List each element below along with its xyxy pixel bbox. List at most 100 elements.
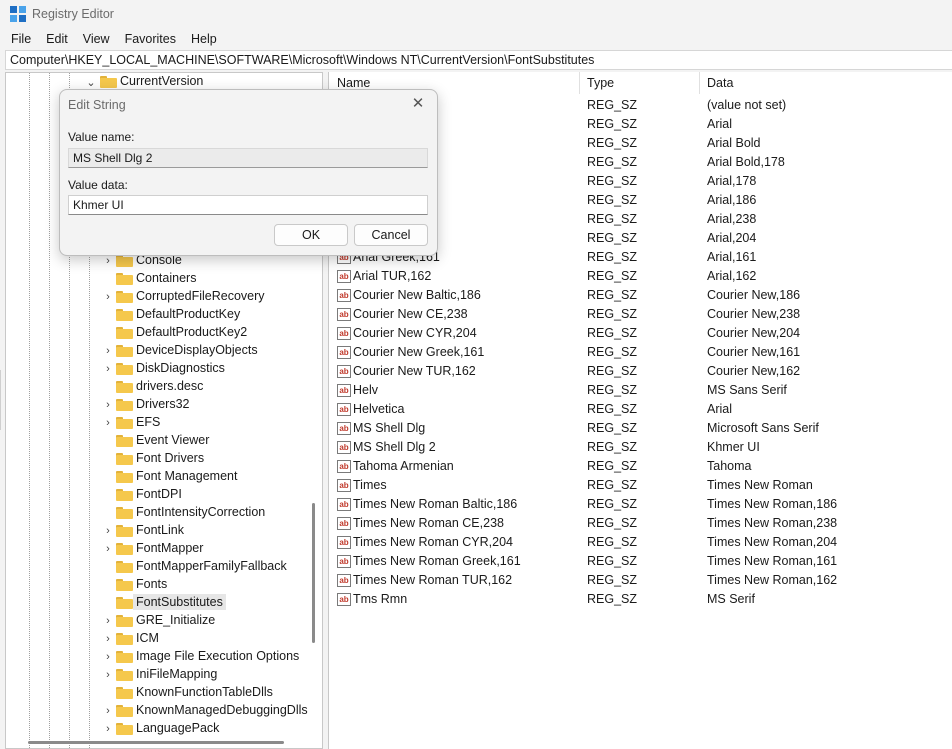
value-row[interactable]: ab Tms Rmn REG_SZ MS Serif bbox=[329, 590, 952, 609]
value-row[interactable]: ab Times New Roman CYR,204 REG_SZ Times New… bbox=[329, 533, 952, 552]
folder-icon bbox=[116, 327, 133, 339]
tree-item-label: FontIntensityCorrection bbox=[136, 505, 266, 519]
chevron-right-icon[interactable]: › bbox=[102, 342, 114, 360]
tree-guide-line bbox=[49, 73, 50, 748]
column-divider[interactable] bbox=[579, 72, 580, 94]
folder-icon bbox=[100, 76, 117, 88]
folder-icon bbox=[116, 399, 133, 411]
chevron-right-icon[interactable]: › bbox=[102, 522, 114, 540]
tree-item-label: FontDPI bbox=[136, 487, 182, 501]
value-row[interactable]: ab Times New Roman CE,238 REG_SZ Times New … bbox=[329, 514, 952, 533]
value-data-cell: Tahoma bbox=[707, 459, 752, 473]
value-row[interactable]: ab MS Shell Dlg REG_SZ Microsoft Sans Serif bbox=[329, 419, 952, 438]
cancel-button[interactable]: Cancel bbox=[354, 224, 428, 246]
string-value-icon: ab bbox=[337, 593, 351, 606]
tree-guide-line bbox=[29, 73, 30, 748]
chevron-right-icon[interactable]: › bbox=[102, 666, 114, 684]
tree-item-label: FontLink bbox=[136, 523, 184, 537]
chevron-right-icon[interactable]: › bbox=[102, 720, 114, 738]
string-value-icon: ab bbox=[337, 498, 351, 511]
title-bar: Registry Editor bbox=[0, 0, 952, 28]
folder-icon bbox=[116, 489, 133, 501]
value-type-cell: REG_SZ bbox=[587, 98, 638, 112]
value-name-cell: MS Shell Dlg bbox=[353, 421, 426, 435]
ok-button[interactable]: OK bbox=[274, 224, 348, 246]
value-data-cell: Arial bbox=[707, 117, 733, 131]
value-row[interactable]: ab Courier New CYR,204 REG_SZ Courier New,2… bbox=[329, 324, 952, 343]
edit-string-dialog: Edit String ✕ Value name: MS Shell Dlg 2… bbox=[59, 89, 438, 256]
value-data-cell: Courier New,162 bbox=[707, 364, 801, 378]
value-row[interactable]: ab Times New Roman Greek,161 REG_SZ Times N… bbox=[329, 552, 952, 571]
chevron-right-icon[interactable]: › bbox=[102, 360, 114, 378]
column-divider[interactable] bbox=[699, 72, 700, 94]
value-data-cell: Arial,161 bbox=[707, 250, 757, 264]
tree-vertical-scrollbar[interactable] bbox=[312, 503, 315, 643]
tree-item-label: drivers.desc bbox=[136, 379, 204, 393]
value-row[interactable]: ab Helv REG_SZ MS Sans Serif bbox=[329, 381, 952, 400]
chevron-right-icon[interactable]: › bbox=[102, 288, 114, 306]
value-row[interactable]: ab MS Shell Dlg 2 REG_SZ Khmer UI bbox=[329, 438, 952, 457]
tree-item-label: Font Management bbox=[136, 469, 238, 483]
window-title: Registry Editor bbox=[32, 7, 114, 21]
chevron-right-icon[interactable]: › bbox=[102, 648, 114, 666]
tree-item-label: Fonts bbox=[136, 577, 168, 591]
value-row[interactable]: ab Times New Roman Baltic,186 REG_SZ Times … bbox=[329, 495, 952, 514]
tree-item-label: Event Viewer bbox=[136, 433, 210, 447]
value-data-cell: Arial,238 bbox=[707, 212, 757, 226]
tree-item-label: Drivers32 bbox=[136, 397, 190, 411]
tree-item-label: KnownManagedDebuggingDlls bbox=[136, 703, 308, 717]
value-name-cell: Arial TUR,162 bbox=[353, 269, 432, 283]
menu-view[interactable]: View bbox=[83, 32, 110, 46]
string-value-icon: ab bbox=[337, 517, 351, 530]
tree-horizontal-scrollbar[interactable] bbox=[28, 741, 284, 744]
value-name-cell: Courier New CE,238 bbox=[353, 307, 468, 321]
dialog-title: Edit String bbox=[68, 98, 126, 112]
menu-edit[interactable]: Edit bbox=[46, 32, 68, 46]
value-type-cell: REG_SZ bbox=[587, 212, 638, 226]
value-name-cell: Helvetica bbox=[353, 402, 405, 416]
value-row[interactable]: ab Times New Roman TUR,162 REG_SZ Times New… bbox=[329, 571, 952, 590]
value-name-cell: Courier New Greek,161 bbox=[353, 345, 485, 359]
address-bar[interactable]: Computer\HKEY_LOCAL_MACHINE\SOFTWARE\Mic… bbox=[5, 50, 952, 70]
folder-icon bbox=[116, 705, 133, 717]
menu-help[interactable]: Help bbox=[191, 32, 217, 46]
value-data-cell: (value not set) bbox=[707, 98, 787, 112]
menu-file[interactable]: File bbox=[11, 32, 31, 46]
value-row[interactable]: ab Courier New Baltic,186 REG_SZ Courier Ne… bbox=[329, 286, 952, 305]
value-row[interactable]: ab Times REG_SZ Times New Roman bbox=[329, 476, 952, 495]
column-header-data[interactable]: Data bbox=[707, 72, 733, 94]
value-data-cell: Times New Roman bbox=[707, 478, 813, 492]
chevron-right-icon[interactable]: › bbox=[102, 630, 114, 648]
tree-item-label: CorruptedFileRecovery bbox=[136, 289, 265, 303]
folder-icon bbox=[116, 507, 133, 519]
chevron-right-icon[interactable]: › bbox=[102, 540, 114, 558]
value-data-cell: Times New Roman,204 bbox=[707, 535, 838, 549]
tree-item-label: GRE_Initialize bbox=[136, 613, 216, 627]
chevron-right-icon[interactable]: › bbox=[102, 702, 114, 720]
value-type-cell: REG_SZ bbox=[587, 440, 638, 454]
value-data-cell: Arial,204 bbox=[707, 231, 757, 245]
string-value-icon: ab bbox=[337, 365, 351, 378]
folder-icon bbox=[116, 381, 133, 393]
value-row[interactable]: ab Arial TUR,162 REG_SZ Arial,162 bbox=[329, 267, 952, 286]
value-data-cell: Times New Roman,238 bbox=[707, 516, 838, 530]
folder-icon bbox=[116, 363, 133, 375]
chevron-right-icon[interactable]: › bbox=[102, 396, 114, 414]
chevron-right-icon[interactable]: › bbox=[102, 612, 114, 630]
column-header-type[interactable]: Type bbox=[587, 72, 614, 94]
value-row[interactable]: ab Courier New CE,238 REG_SZ Courier New,23… bbox=[329, 305, 952, 324]
value-type-cell: REG_SZ bbox=[587, 288, 638, 302]
value-data-input[interactable]: Khmer UI bbox=[68, 195, 428, 215]
value-row[interactable]: ab Tahoma Armenian REG_SZ Tahoma bbox=[329, 457, 952, 476]
value-name-field: MS Shell Dlg 2 bbox=[68, 148, 428, 168]
value-name-cell: Tahoma Armenian bbox=[353, 459, 454, 473]
value-row[interactable]: ab Helvetica REG_SZ Arial bbox=[329, 400, 952, 419]
chevron-right-icon[interactable]: › bbox=[102, 414, 114, 432]
menu-favorites[interactable]: Favorites bbox=[125, 32, 176, 46]
value-row[interactable]: ab Courier New Greek,161 REG_SZ Courier New… bbox=[329, 343, 952, 362]
window-edge bbox=[0, 370, 3, 430]
close-icon[interactable]: ✕ bbox=[407, 94, 429, 114]
value-row[interactable]: ab Courier New TUR,162 REG_SZ Courier New,1… bbox=[329, 362, 952, 381]
value-type-cell: REG_SZ bbox=[587, 136, 638, 150]
value-data-cell: MS Serif bbox=[707, 592, 755, 606]
